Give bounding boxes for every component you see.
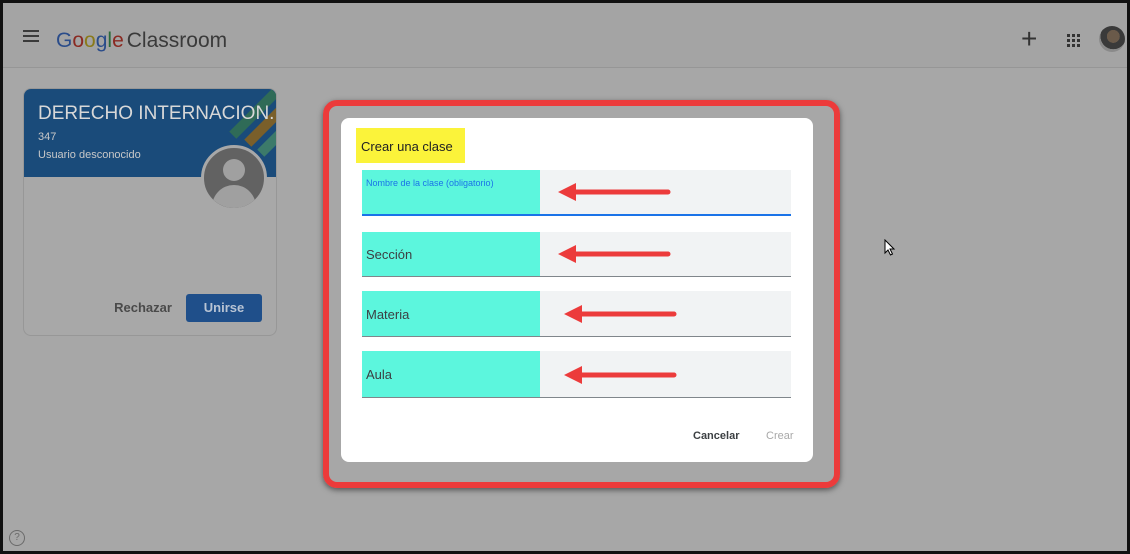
account-avatar[interactable] [1099,26,1125,52]
brand-word: Classroom [126,29,228,52]
class-code: 347 [38,131,57,143]
class-card[interactable]: DERECHO INTERNACION... 347 Usuario desco… [23,88,277,336]
field-label: Aula [366,367,393,382]
plus-icon[interactable]: + [1021,25,1037,53]
annotation-arrow-icon [558,183,671,201]
section-field[interactable]: Sección [362,232,791,277]
field-label: Nombre de la clase (obligatorio) [366,178,494,188]
brand-letter: G [56,29,73,52]
field-highlight [362,170,540,214]
mouse-cursor-icon [884,239,896,256]
class-title[interactable]: DERECHO INTERNACION... [38,103,276,125]
brand-letter: o [84,29,96,52]
cancel-button[interactable]: Cancelar [693,430,739,442]
create-button[interactable]: Crear [766,430,794,442]
class-name-field[interactable]: Nombre de la clase (obligatorio) [362,170,791,216]
brand-letter: o [72,29,85,52]
brand-letter: e [112,29,124,52]
classroom-window: Google Classroom + DERECHO INTERNACION...… [3,3,1127,551]
annotation-arrow-icon [564,305,677,323]
help-icon[interactable]: ? [9,530,25,546]
menu-icon[interactable] [23,30,39,42]
join-button[interactable]: Unirse [186,294,262,322]
annotation-arrow-icon [564,366,677,384]
top-bar: Google Classroom + [3,3,1127,68]
apps-grid-icon[interactable] [1067,34,1081,48]
dialog-title: Crear una clase [356,128,465,163]
create-class-dialog: Crear una clase Nombre de la clase (obli… [341,118,813,462]
reject-button[interactable]: Rechazar [108,294,178,322]
brand-letter: g [95,29,108,52]
class-owner: Usuario desconocido [38,149,141,161]
app-brand[interactable]: Google Classroom [56,29,227,53]
annotation-arrow-icon [558,245,671,263]
room-field[interactable]: Aula [362,351,791,398]
field-label: Sección [366,247,413,262]
subject-field[interactable]: Materia [362,291,791,337]
field-label: Materia [366,307,410,322]
teacher-avatar-icon [201,145,267,211]
